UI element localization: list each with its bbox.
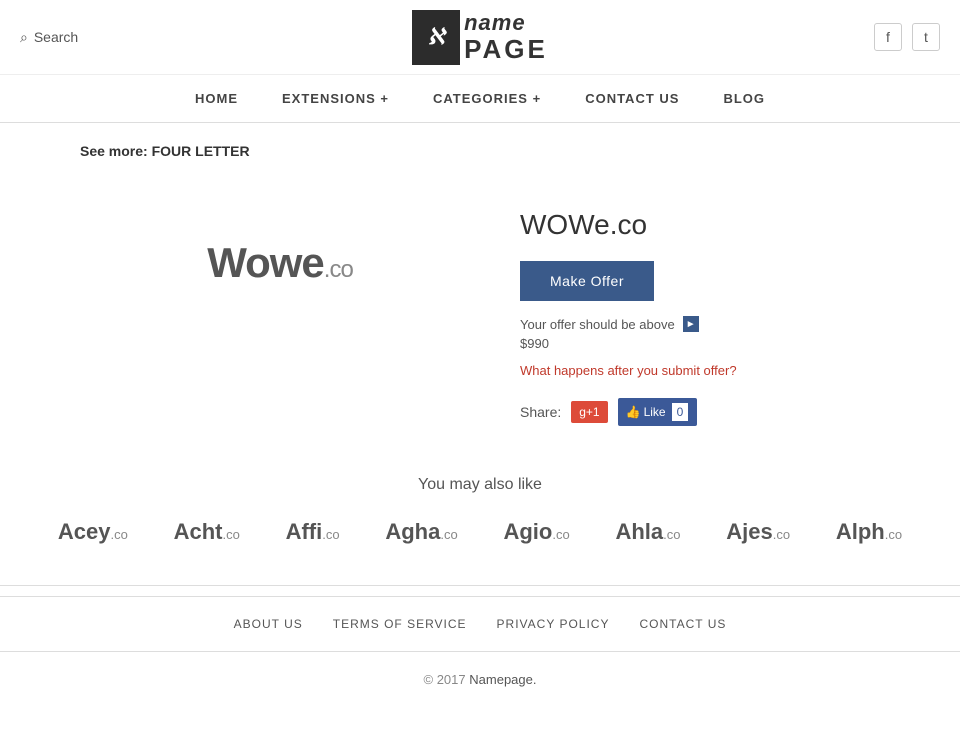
domain-name-6: Ajes	[726, 519, 772, 544]
make-offer-button[interactable]: Make Offer	[520, 261, 654, 301]
share-row: Share: g+1 👍 Like 0	[520, 398, 880, 426]
domain-tld-4: .co	[552, 527, 569, 542]
nav-item-contact[interactable]: CONTACT US	[563, 75, 701, 122]
list-item[interactable]: Affi.co	[286, 519, 340, 545]
domain-name-0: Acey	[58, 519, 111, 544]
footer-copyright: © 2017 Namepage.	[0, 652, 960, 707]
nav-item-home[interactable]: HOME	[173, 75, 260, 122]
domain-tld-1: .co	[222, 527, 239, 542]
logo-text: name PAGE	[464, 11, 548, 64]
domain-name-4: Agio	[503, 519, 552, 544]
gplus-label: g+1	[579, 405, 599, 419]
twitter-icon[interactable]: t	[912, 23, 940, 51]
footer-link-contact[interactable]: CONTACT US	[639, 617, 726, 631]
footer-link-privacy[interactable]: PRIVACY POLICY	[497, 617, 610, 631]
list-item[interactable]: Ahla.co	[615, 519, 680, 545]
domain-name-3: Agha	[385, 519, 440, 544]
logo-page: PAGE	[464, 35, 548, 64]
search-icon: ⌕	[20, 29, 28, 46]
also-like-section: You may also like Acey.co Acht.co Affi.c…	[0, 456, 960, 575]
footer-links: ABOUT US TERMS OF SERVICE PRIVACY POLICY…	[0, 596, 960, 652]
header: ⌕ Search ℵ name PAGE f t	[0, 0, 960, 75]
breadcrumb: See more: FOUR LETTER	[0, 123, 960, 179]
domain-name-5: Ahla	[615, 519, 663, 544]
fb-like-label: Like	[644, 405, 666, 419]
copyright-year: © 2017	[424, 672, 466, 687]
main-nav: HOME EXTENSIONS + CATEGORIES + CONTACT U…	[0, 75, 960, 123]
fb-like-count: 0	[671, 402, 690, 422]
search-label: Search	[34, 29, 78, 45]
domain-name-1: Acht	[174, 519, 223, 544]
logo[interactable]: ℵ name PAGE	[412, 10, 548, 65]
list-item[interactable]: Alph.co	[836, 519, 902, 545]
social-icons: f t	[820, 23, 940, 51]
domain-name-7: Alph	[836, 519, 885, 544]
domain-logo-tld: .co	[324, 256, 353, 283]
list-item[interactable]: Ajes.co	[726, 519, 790, 545]
list-item[interactable]: Acht.co	[174, 519, 240, 545]
domain-tld-0: .co	[110, 527, 127, 542]
nav-item-blog[interactable]: BLOG	[701, 75, 787, 122]
fb-thumbs-icon: 👍	[626, 405, 641, 419]
list-item[interactable]: Acey.co	[58, 519, 128, 545]
domain-info: WOWe.co Make Offer Your offer should be …	[520, 199, 880, 436]
footer-link-terms[interactable]: TERMS OF SERVICE	[333, 617, 467, 631]
list-item[interactable]: Agio.co	[503, 519, 569, 545]
domain-tld-6: .co	[773, 527, 790, 542]
arrow-icon: ►	[683, 316, 699, 332]
share-label: Share:	[520, 404, 561, 420]
offer-hint-row: Your offer should be above ►	[520, 316, 880, 332]
offer-hint-text: Your offer should be above	[520, 317, 675, 332]
list-item[interactable]: Agha.co	[385, 519, 457, 545]
domain-tld-5: .co	[663, 527, 680, 542]
nav-item-categories[interactable]: CATEGORIES +	[411, 75, 563, 122]
domain-title: WOWe.co	[520, 209, 880, 241]
domain-tld-7: .co	[885, 527, 902, 542]
footer-link-about[interactable]: ABOUT US	[234, 617, 303, 631]
also-like-title: You may also like	[40, 476, 920, 494]
footer-divider	[0, 585, 960, 586]
facebook-like-button[interactable]: 👍 Like 0	[618, 398, 698, 426]
domain-name-2: Affi	[286, 519, 323, 544]
domain-grid: Acey.co Acht.co Affi.co Agha.co Agio.co …	[40, 519, 920, 545]
search-area[interactable]: ⌕ Search	[20, 29, 140, 46]
domain-tld-3: .co	[440, 527, 457, 542]
domain-tld-2: .co	[322, 527, 339, 542]
domain-logo-name: Wowe	[207, 239, 324, 286]
domain-logo-area: Wowe.co	[80, 199, 480, 327]
logo-icon-letter: ℵ	[428, 24, 444, 50]
facebook-icon[interactable]: f	[874, 23, 902, 51]
main-content: Wowe.co WOWe.co Make Offer Your offer sh…	[0, 179, 960, 456]
logo-name: name	[464, 11, 548, 35]
copyright-brand[interactable]: Namepage.	[469, 672, 536, 687]
domain-logo-display: Wowe.co	[207, 239, 353, 287]
offer-price: $990	[520, 336, 880, 351]
breadcrumb-prefix: See more:	[80, 143, 148, 159]
gplus-button[interactable]: g+1	[571, 401, 607, 423]
logo-icon-box: ℵ	[412, 10, 460, 65]
breadcrumb-link[interactable]: FOUR LETTER	[152, 143, 250, 159]
nav-item-extensions[interactable]: EXTENSIONS +	[260, 75, 411, 122]
what-happens-link[interactable]: What happens after you submit offer?	[520, 363, 880, 378]
